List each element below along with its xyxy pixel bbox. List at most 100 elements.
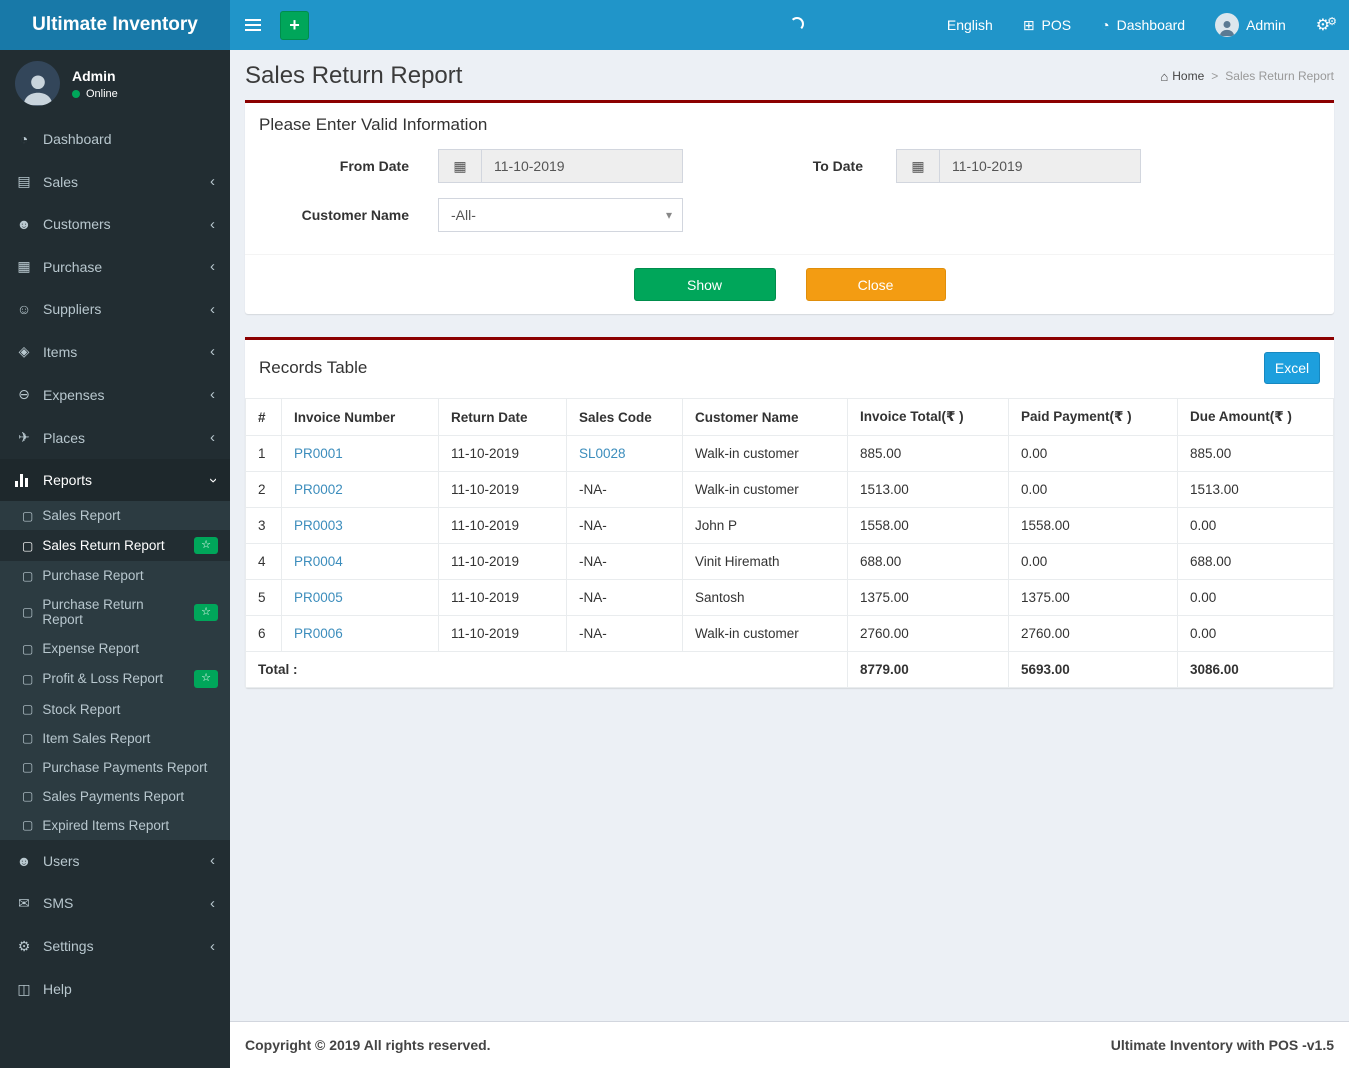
sidebar-item-expenses[interactable]: ⊖ Expenses ‹ bbox=[0, 373, 230, 416]
star-badge-icon bbox=[194, 537, 218, 555]
submenu-stock-report[interactable]: ▢ Stock Report bbox=[0, 695, 230, 724]
items-icon: ◈ bbox=[18, 343, 30, 359]
home-icon: ⌂ bbox=[1160, 68, 1169, 84]
menu-label: Customers bbox=[43, 216, 111, 232]
pages-icon: ▢ bbox=[22, 760, 34, 775]
menu-label: Dashboard bbox=[43, 131, 112, 147]
hamburger-icon[interactable] bbox=[230, 0, 276, 50]
menu-label: Settings bbox=[43, 938, 94, 955]
cell-return-date: 11-10-2019 bbox=[438, 579, 567, 616]
cell-sales-code: -NA- bbox=[566, 543, 683, 580]
invoice-link[interactable]: PR0002 bbox=[294, 482, 343, 497]
sidebar-item-settings[interactable]: ⚙ Settings ‹ bbox=[0, 925, 230, 968]
sidebar-item-help[interactable]: ◫ Help bbox=[0, 968, 230, 1011]
submenu-purchase-report[interactable]: ▢ Purchase Report bbox=[0, 561, 230, 590]
sidebar-item-sms[interactable]: ✉ SMS ‹ bbox=[0, 882, 230, 925]
plus-icon: + bbox=[289, 15, 300, 35]
invoice-link[interactable]: PR0006 bbox=[294, 626, 343, 641]
records-table: # Invoice Number Return Date Sales Code … bbox=[245, 398, 1334, 688]
filter-panel-heading: Please Enter Valid Information bbox=[259, 115, 488, 134]
sidebar-item-reports[interactable]: Reports ‹ bbox=[0, 459, 230, 501]
submenu-sales-payments-report[interactable]: ▢ Sales Payments Report bbox=[0, 782, 230, 811]
submenu-sales-report[interactable]: ▢ Sales Report bbox=[0, 501, 230, 530]
pos-link[interactable]: ⊞ POS bbox=[1008, 0, 1086, 50]
settings-menu[interactable]: ⚙⚙ bbox=[1301, 0, 1349, 50]
filter-panel: Please Enter Valid Information From Date… bbox=[245, 100, 1334, 314]
from-date-input[interactable] bbox=[482, 149, 683, 183]
to-date-input[interactable] bbox=[940, 149, 1141, 183]
chevron-left-icon: ‹ bbox=[210, 258, 215, 275]
show-button[interactable]: Show bbox=[633, 268, 776, 301]
invoice-link[interactable]: PR0001 bbox=[294, 446, 343, 461]
calendar-icon[interactable]: ▦ bbox=[438, 149, 482, 183]
cell-sn: 4 bbox=[245, 543, 282, 580]
breadcrumb-home-label: Home bbox=[1172, 69, 1205, 83]
gear-icon: ⚙ bbox=[17, 937, 31, 954]
submenu-purchase-return-report[interactable]: ▢ Purchase Return Report bbox=[0, 590, 230, 634]
to-date-group: ▦ bbox=[896, 149, 1141, 183]
cell-paid: 1558.00 bbox=[1008, 507, 1178, 544]
sales-code-link[interactable]: SL0028 bbox=[579, 446, 626, 461]
cell-sales-code: -NA- bbox=[566, 507, 683, 544]
cell-invoice-total: 688.00 bbox=[847, 543, 1009, 580]
menu-label: Places bbox=[43, 429, 86, 446]
submenu-sales-return-report[interactable]: ▢ Sales Return Report bbox=[0, 530, 230, 562]
submenu-expired-items-report[interactable]: ▢ Expired Items Report bbox=[0, 811, 230, 840]
customer-name-select[interactable]: -All- ▾ bbox=[438, 198, 683, 232]
gauge-icon: ◔ bbox=[19, 131, 29, 147]
submenu-expense-report[interactable]: ▢ Expense Report bbox=[0, 634, 230, 663]
book-icon: ◫ bbox=[17, 980, 31, 997]
from-date-group: ▦ bbox=[438, 149, 683, 183]
chevron-left-icon: ‹ bbox=[210, 852, 215, 870]
user-avatar bbox=[15, 61, 60, 106]
cell-due: 885.00 bbox=[1177, 435, 1334, 472]
invoice-link[interactable]: PR0004 bbox=[294, 554, 343, 569]
users-icon: ☻ bbox=[16, 852, 32, 869]
calendar-icon[interactable]: ▦ bbox=[896, 149, 940, 183]
invoice-link[interactable]: PR0005 bbox=[294, 590, 343, 605]
submenu-label: Purchase Report bbox=[42, 568, 144, 584]
excel-export-button[interactable]: Excel bbox=[1264, 352, 1320, 384]
pages-icon: ▢ bbox=[22, 671, 34, 686]
quick-add-button[interactable]: + bbox=[280, 10, 309, 40]
submenu-item-sales-report[interactable]: ▢ Item Sales Report bbox=[0, 724, 230, 753]
submenu-profit-loss-report[interactable]: ▢ Profit & Loss Report bbox=[0, 663, 230, 694]
app-brand[interactable]: Ultimate Inventory bbox=[0, 0, 230, 50]
chevron-left-icon: ‹ bbox=[210, 429, 215, 446]
sidebar-user-name: Admin bbox=[72, 67, 116, 84]
to-date-label: To Date bbox=[812, 158, 863, 174]
message-icon: ✉ bbox=[18, 894, 30, 911]
language-menu[interactable]: English bbox=[932, 0, 1008, 50]
sidebar-item-items[interactable]: ◈ Items ‹ bbox=[0, 330, 230, 373]
sidebar-item-sales[interactable]: ▤ Sales ‹ bbox=[0, 160, 230, 203]
sidebar-item-purchase[interactable]: ▦ Purchase ‹ bbox=[0, 245, 230, 288]
close-button[interactable]: Close bbox=[805, 268, 946, 301]
cell-paid: 0.00 bbox=[1008, 543, 1178, 580]
sidebar-item-suppliers[interactable]: ☺ Suppliers ‹ bbox=[0, 288, 230, 330]
submenu-label: Item Sales Report bbox=[42, 730, 151, 746]
cell-customer: Walk-in customer bbox=[682, 471, 848, 508]
sidebar-item-customers[interactable]: ☻ Customers ‹ bbox=[0, 203, 230, 245]
cell-invoice-total: 885.00 bbox=[847, 435, 1009, 472]
pages-icon: ▢ bbox=[22, 818, 34, 833]
submenu-purchase-payments-report[interactable]: ▢ Purchase Payments Report bbox=[0, 753, 230, 782]
breadcrumb-separator: > bbox=[1211, 69, 1219, 83]
dashboard-link[interactable]: ◔ Dashboard bbox=[1086, 0, 1200, 50]
sidebar-item-users[interactable]: ☻ Users ‹ bbox=[0, 840, 230, 882]
sidebar-item-dashboard[interactable]: ◔ Dashboard bbox=[0, 118, 230, 160]
cell-sales-code: -NA- bbox=[566, 579, 683, 616]
sidebar-item-places[interactable]: ✈ Places ‹ bbox=[0, 416, 230, 459]
cell-paid: 0.00 bbox=[1008, 435, 1178, 472]
cell-return-date: 11-10-2019 bbox=[438, 507, 567, 544]
pages-icon: ▢ bbox=[22, 731, 34, 746]
chevron-left-icon: ‹ bbox=[210, 343, 215, 360]
sidebar-user-status[interactable]: Online bbox=[72, 88, 118, 100]
cell-return-date: 11-10-2019 bbox=[438, 615, 567, 652]
cell-return-date: 11-10-2019 bbox=[438, 435, 567, 472]
user-menu[interactable]: Admin bbox=[1200, 0, 1301, 50]
breadcrumb-current: Sales Return Report bbox=[1225, 69, 1334, 83]
cell-due: 0.00 bbox=[1177, 507, 1334, 544]
invoice-link[interactable]: PR0003 bbox=[294, 518, 343, 533]
breadcrumb-home-link[interactable]: ⌂ Home bbox=[1160, 69, 1204, 84]
loading-spinner-icon bbox=[789, 17, 804, 31]
